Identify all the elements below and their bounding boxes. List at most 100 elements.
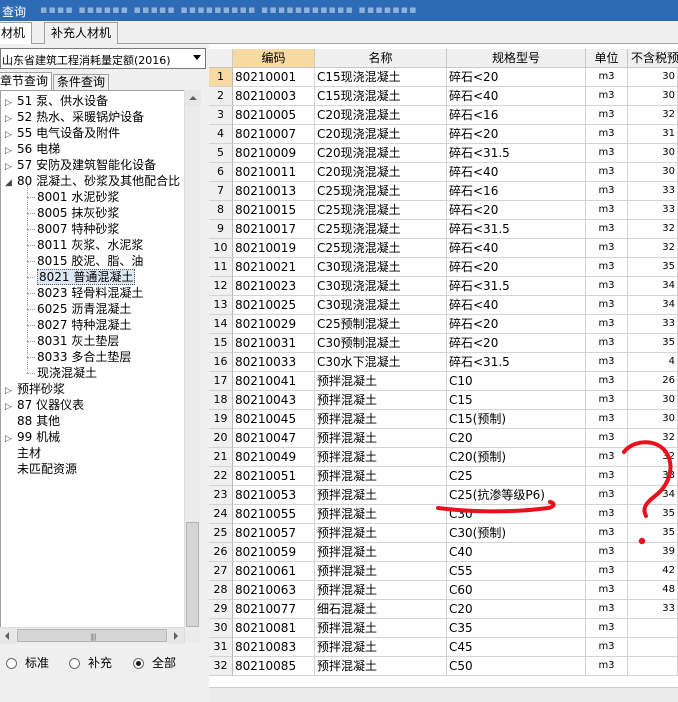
- cell-unit[interactable]: m3: [586, 600, 628, 619]
- table-row[interactable]: 14 80210029 C25预制混凝土 碎石<20 m3 33: [209, 315, 678, 334]
- chevron-down-icon[interactable]: [193, 55, 201, 60]
- cell-name[interactable]: C20现浇混凝土: [315, 163, 447, 182]
- cell-code[interactable]: 80210023: [233, 277, 315, 296]
- table-row[interactable]: 19 80210045 预拌混凝土 C15(预制) m3 30: [209, 410, 678, 429]
- row-number[interactable]: 19: [209, 410, 233, 429]
- cell-code[interactable]: 80210055: [233, 505, 315, 524]
- cell-unit[interactable]: m3: [586, 638, 628, 657]
- cell-spec[interactable]: C25: [447, 467, 586, 486]
- cell-name[interactable]: 预拌混凝土: [315, 429, 447, 448]
- cell-unit[interactable]: m3: [586, 87, 628, 106]
- table-row[interactable]: 6 80210011 C20现浇混凝土 碎石<40 m3 30: [209, 163, 678, 182]
- cell-name[interactable]: C30现浇混凝土: [315, 277, 447, 296]
- cell-name[interactable]: C25现浇混凝土: [315, 201, 447, 220]
- cell-name[interactable]: C20现浇混凝土: [315, 144, 447, 163]
- row-number[interactable]: 18: [209, 391, 233, 410]
- tab-materials[interactable]: 材机: [0, 22, 33, 44]
- cell-unit[interactable]: m3: [586, 315, 628, 334]
- cell-spec[interactable]: 碎石<16: [447, 182, 586, 201]
- cell-price[interactable]: 32: [628, 220, 678, 239]
- cell-name[interactable]: 预拌混凝土: [315, 486, 447, 505]
- header-price-ex-tax[interactable]: 不含税预: [628, 49, 678, 68]
- tree-node[interactable]: 88 其他: [5, 413, 60, 429]
- cell-code[interactable]: 80210009: [233, 144, 315, 163]
- radio-circle[interactable]: [6, 658, 17, 669]
- cell-name[interactable]: 预拌混凝土: [315, 619, 447, 638]
- cell-name[interactable]: C25预制混凝土: [315, 315, 447, 334]
- radio-standard[interactable]: 标准: [6, 654, 49, 672]
- grid-horizontal-scrollbar[interactable]: [209, 687, 678, 702]
- chapter-tree[interactable]: ▷ 51 泵、供水设备 ▷ 52 热水、采暖锅炉设备 ▷ 55 电气设备及附件 ▷ 56 电梯…: [0, 90, 200, 643]
- cell-code[interactable]: 80210013: [233, 182, 315, 201]
- tree-node[interactable]: ▷ 56 电梯: [5, 141, 60, 157]
- row-number[interactable]: 2: [209, 87, 233, 106]
- cell-spec[interactable]: C45: [447, 638, 586, 657]
- table-row[interactable]: 18 80210043 预拌混凝土 C15 m3 30: [209, 391, 678, 410]
- cell-name[interactable]: C25现浇混凝土: [315, 239, 447, 258]
- table-row[interactable]: 28 80210063 预拌混凝土 C60 m3 48: [209, 581, 678, 600]
- row-number[interactable]: 20: [209, 429, 233, 448]
- table-row[interactable]: 1 80210001 C15现浇混凝土 碎石<20 m3 30: [209, 68, 678, 87]
- cell-spec[interactable]: 碎石<31.5: [447, 144, 586, 163]
- table-row[interactable]: 31 80210083 预拌混凝土 C45 m3: [209, 638, 678, 657]
- tree-child-node[interactable]: 8005 抹灰砂浆: [37, 205, 119, 221]
- cell-name[interactable]: 预拌混凝土: [315, 562, 447, 581]
- row-number[interactable]: 8: [209, 201, 233, 220]
- tree-child-node[interactable]: 现浇混凝土: [37, 365, 97, 381]
- cell-code[interactable]: 80210015: [233, 201, 315, 220]
- tree-child-node[interactable]: 8021 普通混凝土: [37, 269, 136, 285]
- table-row[interactable]: 23 80210053 预拌混凝土 C25(抗渗等级P6) m3 34: [209, 486, 678, 505]
- cell-spec[interactable]: 碎石<20: [447, 68, 586, 87]
- row-number[interactable]: 4: [209, 125, 233, 144]
- cell-spec[interactable]: 碎石<40: [447, 163, 586, 182]
- cell-name[interactable]: 细石混凝土: [315, 600, 447, 619]
- cell-price[interactable]: 32: [628, 239, 678, 258]
- cell-name[interactable]: 预拌混凝土: [315, 524, 447, 543]
- cell-spec[interactable]: 碎石<20: [447, 315, 586, 334]
- cell-name[interactable]: C30预制混凝土: [315, 334, 447, 353]
- cell-name[interactable]: C20现浇混凝土: [315, 125, 447, 144]
- row-number[interactable]: 25: [209, 524, 233, 543]
- cell-code[interactable]: 80210019: [233, 239, 315, 258]
- table-row[interactable]: 21 80210049 预拌混凝土 C20(预制) m3 32: [209, 448, 678, 467]
- cell-price[interactable]: 32: [628, 106, 678, 125]
- cell-spec[interactable]: C20: [447, 600, 586, 619]
- header-name[interactable]: 名称: [315, 49, 447, 68]
- cell-spec[interactable]: C40: [447, 543, 586, 562]
- cell-unit[interactable]: m3: [586, 353, 628, 372]
- cell-unit[interactable]: m3: [586, 182, 628, 201]
- cell-name[interactable]: 预拌混凝土: [315, 638, 447, 657]
- tree-node[interactable]: ▷ 57 安防及建筑智能化设备: [5, 157, 156, 173]
- cell-spec[interactable]: C30(预制): [447, 524, 586, 543]
- tree-horizontal-scrollbar[interactable]: ||||: [0, 627, 184, 644]
- cell-price[interactable]: 34: [628, 296, 678, 315]
- cell-spec[interactable]: 碎石<31.5: [447, 220, 586, 239]
- scroll-right-button[interactable]: [168, 628, 184, 644]
- cell-spec[interactable]: 碎石<31.5: [447, 277, 586, 296]
- table-row[interactable]: 2 80210003 C15现浇混凝土 碎石<40 m3 30: [209, 87, 678, 106]
- cell-price[interactable]: 32: [628, 429, 678, 448]
- scroll-thumb[interactable]: [186, 522, 199, 627]
- cell-unit[interactable]: m3: [586, 239, 628, 258]
- row-number[interactable]: 3: [209, 106, 233, 125]
- cell-spec[interactable]: 碎石<20: [447, 201, 586, 220]
- tree-node[interactable]: ▷ 55 电气设备及附件: [5, 125, 120, 141]
- cell-price[interactable]: 4: [628, 353, 678, 372]
- cell-spec[interactable]: C15(预制): [447, 410, 586, 429]
- cell-name[interactable]: C30现浇混凝土: [315, 296, 447, 315]
- cell-spec[interactable]: C50: [447, 657, 586, 676]
- cell-name[interactable]: 预拌混凝土: [315, 391, 447, 410]
- cell-code[interactable]: 80210003: [233, 87, 315, 106]
- tree-node[interactable]: ◢ 80 混凝土、砂浆及其他配合比: [5, 173, 180, 189]
- cell-spec[interactable]: C20: [447, 429, 586, 448]
- cell-spec[interactable]: 碎石<20: [447, 258, 586, 277]
- cell-spec[interactable]: 碎石<16: [447, 106, 586, 125]
- cell-unit[interactable]: m3: [586, 448, 628, 467]
- cell-code[interactable]: 80210081: [233, 619, 315, 638]
- cell-code[interactable]: 80210021: [233, 258, 315, 277]
- cell-code[interactable]: 80210011: [233, 163, 315, 182]
- subtab-chapter-query[interactable]: 章节查询: [0, 72, 53, 90]
- tree-child-node[interactable]: 8007 特种砂浆: [37, 221, 119, 237]
- table-row[interactable]: 26 80210059 预拌混凝土 C40 m3 39: [209, 543, 678, 562]
- header-corner[interactable]: [209, 49, 233, 68]
